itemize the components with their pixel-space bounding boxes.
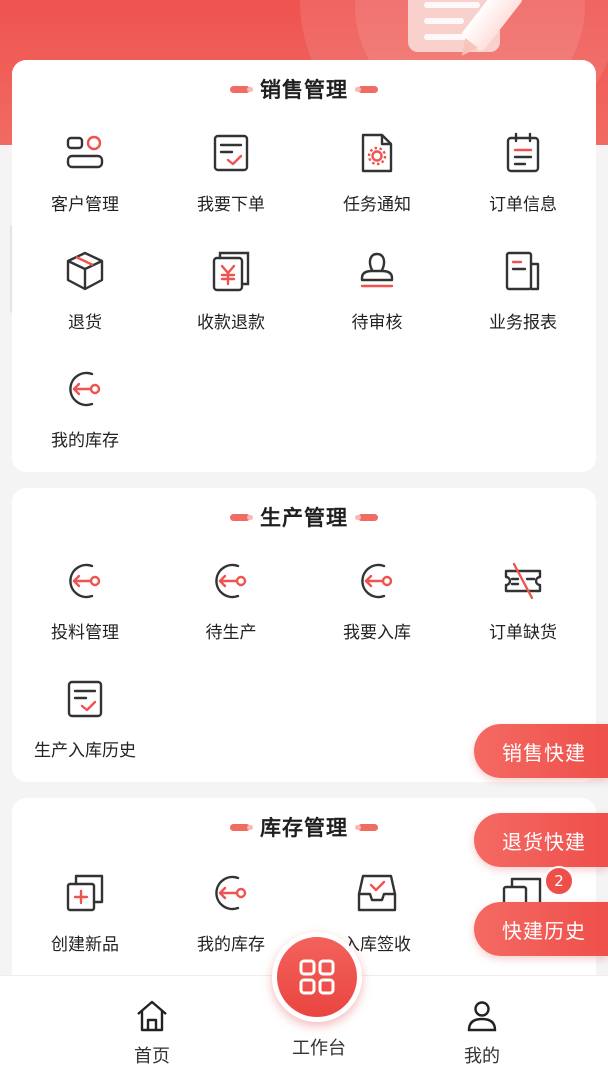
menu-item-order-info[interactable]: 订单信息 <box>450 120 596 230</box>
return-quick-create-button[interactable]: 退货快建 <box>474 813 608 867</box>
menu-item-customer-management[interactable]: 客户管理 <box>12 120 158 230</box>
section-title: 生产管理 <box>12 502 596 532</box>
menu-item-material-input[interactable]: 投料管理 <box>12 548 158 658</box>
return-box-icon <box>66 251 104 291</box>
sales-quick-create-button[interactable]: 销售快建 <box>474 724 608 778</box>
my-stock-icon <box>215 875 247 911</box>
customer-management-icon <box>66 135 104 169</box>
menu-item-return[interactable]: 退货 <box>12 238 158 348</box>
business-report-icon <box>505 251 540 291</box>
menu-item-stock-in[interactable]: 我要入库 <box>304 548 450 658</box>
section-title: 销售管理 <box>12 74 596 104</box>
menu-item-my-inventory[interactable]: 我的库存 <box>12 356 158 466</box>
tab-mine[interactable]: 我的 <box>432 998 532 1068</box>
notification-badge: 2 <box>544 866 574 896</box>
home-icon <box>137 1000 167 1032</box>
menu-item-payment-refund[interactable]: 收款退款 <box>158 238 304 348</box>
inbox-check-icon <box>357 874 397 912</box>
menu-item-business-report[interactable]: 业务报表 <box>450 238 596 348</box>
stock-in-icon <box>361 563 393 599</box>
material-input-icon <box>69 563 101 599</box>
workbench-center-button[interactable] <box>272 932 362 1022</box>
menu-item-task-notice[interactable]: 任务通知 <box>304 120 450 230</box>
ticket-shortage-icon <box>504 562 542 600</box>
place-order-icon <box>213 134 249 172</box>
create-product-icon <box>66 874 104 912</box>
menu-item-pending-review[interactable]: 待审核 <box>304 238 450 348</box>
payment-refund-icon <box>212 251 250 292</box>
stamp-icon <box>360 252 394 288</box>
sales-management-card: 销售管理 客户管理 我要下单 任务通知 订单信息 退货 收款退款 待审核 业务报… <box>12 60 596 472</box>
order-info-icon <box>506 132 540 173</box>
user-icon <box>467 1001 497 1032</box>
task-notice-icon <box>361 133 393 173</box>
menu-item-create-product[interactable]: 创建新品 <box>12 860 158 970</box>
tab-workbench[interactable]: 工作台 <box>269 1034 369 1060</box>
production-history-icon <box>67 680 103 718</box>
menu-item-pending-production[interactable]: 待生产 <box>158 548 304 658</box>
menu-item-production-stock-history[interactable]: 生产入库历史 <box>12 666 158 776</box>
pending-production-icon <box>215 563 247 599</box>
quick-create-history-button[interactable]: 快建历史 <box>474 902 608 956</box>
menu-item-place-order[interactable]: 我要下单 <box>158 120 304 230</box>
menu-item-order-shortage[interactable]: 订单缺货 <box>450 548 596 658</box>
tab-home[interactable]: 首页 <box>102 998 202 1068</box>
inventory-in-icon <box>69 371 101 407</box>
grid-icon <box>299 959 335 995</box>
